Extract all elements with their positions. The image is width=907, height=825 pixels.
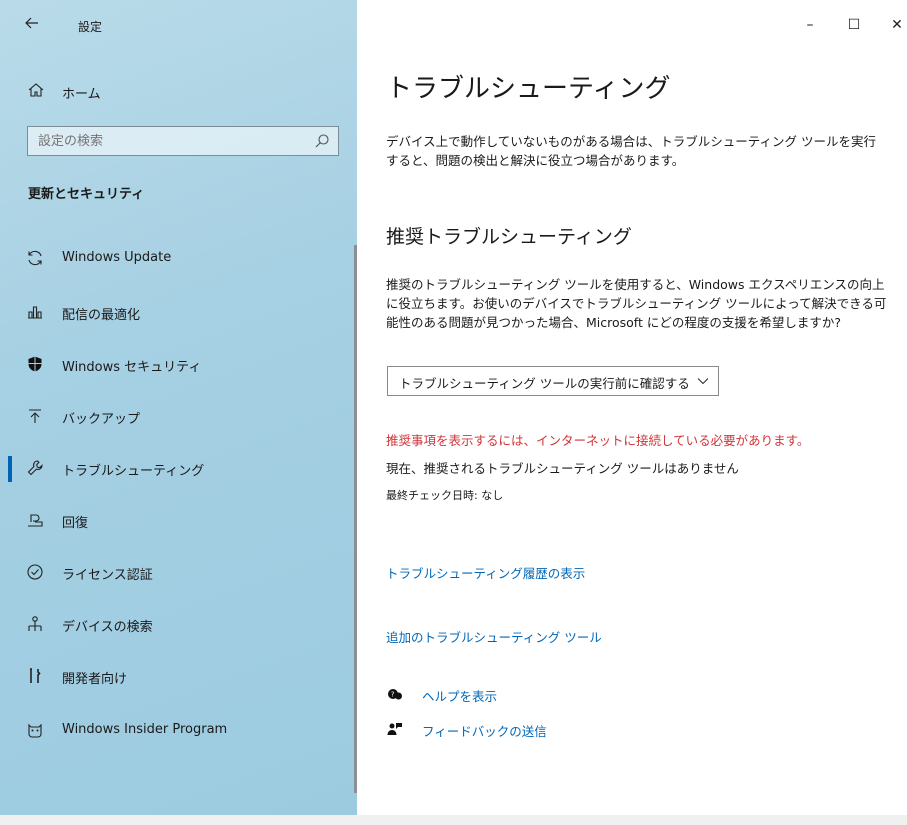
sidebar-item-troubleshoot[interactable]: トラブルシューティング: [0, 448, 357, 488]
recovery-icon: [28, 514, 43, 527]
sidebar-item-label: トラブルシューティング: [62, 464, 205, 479]
chevron-down-icon: [697, 378, 709, 385]
sidebar-item-backup[interactable]: バックアップ: [0, 396, 357, 436]
wrench-icon: [27, 460, 43, 476]
insider-cat-icon: [28, 723, 42, 738]
sidebar-item-windows-update[interactable]: Windows Update: [0, 238, 357, 278]
view-history-link[interactable]: トラブルシューティング履歴の表示: [386, 563, 585, 582]
dropdown-value: トラブルシューティング ツールの実行前に確認する: [399, 376, 690, 391]
section-title: 更新とセキュリティ: [28, 187, 145, 202]
settings-window: 設定 ホーム 更新とセキュリティ Windows Update 配信の最適化 W…: [0, 0, 907, 825]
app-title: 設定: [78, 20, 103, 34]
developer-tools-icon: [30, 668, 41, 683]
sidebar-item-activation[interactable]: ライセンス認証: [0, 552, 357, 592]
sidebar-item-label: Windows Update: [62, 250, 172, 265]
sidebar-item-developers[interactable]: 開発者向け: [0, 656, 357, 696]
intro-text: デバイス上で動作していないものがある場合は、トラブルシューティング ツールを実行…: [386, 134, 876, 168]
window-bottom-edge: [0, 815, 907, 825]
sidebar-item-label: 回復: [62, 516, 89, 531]
sidebar-item-label: Windows Insider Program: [62, 722, 228, 737]
close-button[interactable]: ✕: [877, 12, 907, 38]
backup-icon: [29, 409, 41, 423]
sidebar-item-delivery-optimization[interactable]: 配信の最適化: [0, 292, 357, 332]
last-check-text: 最終チェック日時: なし: [386, 489, 504, 502]
check-circle-icon: [27, 564, 43, 580]
home-label: ホーム: [62, 87, 101, 102]
recommendation-status: 現在、推奨されるトラブルシューティング ツールはありません: [386, 461, 739, 476]
search-icon[interactable]: [314, 133, 330, 149]
sidebar-item-windows-security[interactable]: Windows セキュリティ: [0, 344, 357, 384]
active-indicator: [8, 456, 12, 482]
sidebar-item-label: ライセンス認証: [62, 568, 153, 583]
maximize-button[interactable]: ☐: [834, 12, 874, 38]
recommended-title: 推奨トラブルシューティング: [386, 226, 632, 248]
troubleshoot-preference-dropdown[interactable]: トラブルシューティング ツールの実行前に確認する: [387, 366, 719, 396]
get-help-label: ヘルプを表示: [422, 689, 498, 704]
delivery-optimization-icon: [28, 306, 42, 319]
sidebar-item-insider[interactable]: Windows Insider Program: [0, 710, 357, 750]
recommended-description: 推奨のトラブルシューティング ツールを使用すると、Windows エクスペリエン…: [386, 277, 887, 330]
main-content: – ☐ ✕ トラブルシューティング デバイス上で動作していないものがある場合は、…: [357, 0, 907, 825]
search-input[interactable]: [28, 127, 308, 155]
sidebar-item-recovery[interactable]: 回復: [0, 500, 357, 540]
additional-troubleshooters-link[interactable]: 追加のトラブルシューティング ツール: [386, 627, 602, 646]
page-title: トラブルシューティング: [386, 74, 671, 104]
connection-warning: 推奨事項を表示するには、インターネットに接続している必要があります。: [386, 433, 810, 448]
send-feedback-label: フィードバックの送信: [422, 724, 547, 739]
feedback-icon: [387, 723, 402, 735]
sidebar: 設定 ホーム 更新とセキュリティ Windows Update 配信の最適化 W…: [0, 0, 357, 815]
home-icon: [28, 83, 44, 97]
minimize-button[interactable]: –: [790, 12, 830, 38]
svg-text:?: ?: [391, 691, 395, 699]
shield-icon: [28, 356, 42, 372]
help-chat-icon: ?: [388, 689, 402, 700]
sync-icon: [28, 250, 42, 266]
sidebar-item-label: デバイスの検索: [62, 620, 153, 635]
home-nav-item[interactable]: ホーム: [0, 76, 357, 108]
sidebar-item-label: 開発者向け: [62, 672, 128, 687]
sidebar-item-label: 配信の最適化: [62, 308, 141, 323]
sidebar-item-find-device[interactable]: デバイスの検索: [0, 604, 357, 644]
titlebar-left: 設定: [0, 0, 357, 50]
back-arrow-icon: [25, 17, 38, 29]
search-box[interactable]: [27, 126, 339, 156]
sidebar-item-label: Windows セキュリティ: [62, 360, 202, 375]
back-button[interactable]: [20, 14, 44, 38]
sidebar-item-label: バックアップ: [62, 412, 141, 427]
find-device-icon: [28, 616, 42, 631]
